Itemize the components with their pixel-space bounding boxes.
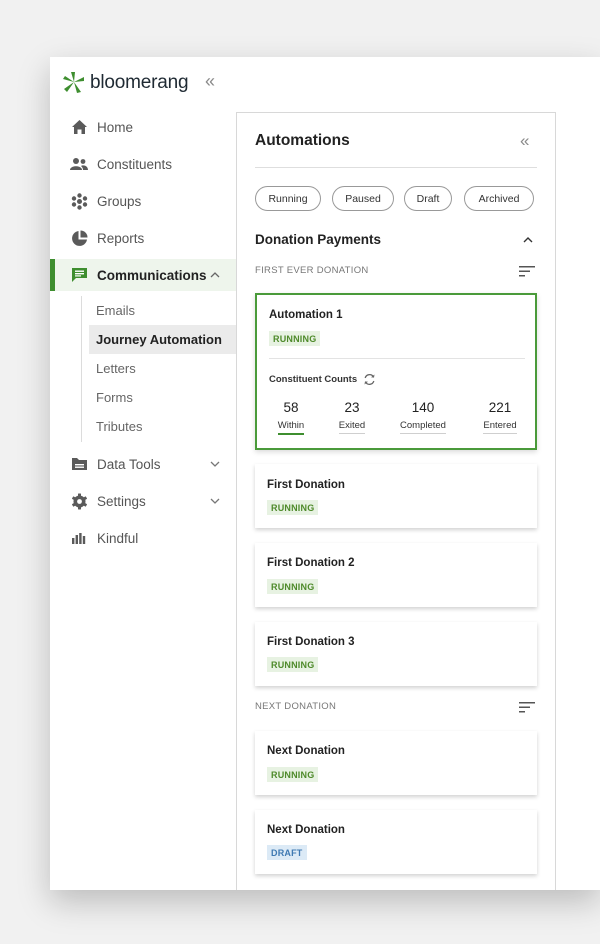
count-entered[interactable]: 221 Entered: [475, 400, 525, 434]
sidebar-item-label: Settings: [97, 493, 146, 509]
subnav-item-tributes[interactable]: Tributes: [89, 412, 237, 441]
status-badge: RUNNING: [269, 331, 321, 346]
sidebar-item-label: Reports: [97, 230, 145, 246]
automation-card-selected[interactable]: Automation 1 RUNNING Constituent Counts …: [255, 293, 537, 450]
subnav-item-letters[interactable]: Letters: [89, 354, 237, 383]
home-icon: [70, 118, 88, 136]
filter-chip-archived[interactable]: Archived: [464, 186, 534, 211]
sidebar-item-label: Home: [97, 119, 134, 135]
card-title: First Donation 2: [267, 557, 355, 569]
count-label: Within: [277, 420, 305, 435]
card-title: First Donation 3: [267, 636, 355, 648]
automation-card[interactable]: First Donation RUNNING: [255, 464, 537, 528]
sidebar-item-label: Kindful: [97, 530, 139, 546]
filter-chip-paused[interactable]: Paused: [332, 186, 394, 211]
divider: [269, 358, 525, 359]
sidebar-item-constituents[interactable]: Constituents: [50, 148, 236, 180]
count-value: 23: [344, 400, 360, 415]
bloomerang-logo-icon: [62, 71, 86, 95]
count-label: Completed: [400, 420, 446, 434]
filter-chip-draft[interactable]: Draft: [404, 186, 452, 211]
app-window: bloomerang « Home Constituents Groups Re…: [50, 57, 600, 890]
subnav-item-forms[interactable]: Forms: [89, 383, 237, 412]
sidebar-item-reports[interactable]: Reports: [50, 222, 236, 254]
group-label-first-ever-donation: FIRST EVER DONATION: [255, 265, 369, 276]
gear-icon: [70, 492, 88, 510]
chevron-up-icon: [208, 268, 222, 282]
sort-icon[interactable]: [518, 700, 536, 714]
group-label-next-donation: NEXT DONATION: [255, 701, 337, 712]
divider: [255, 167, 537, 168]
sidebar-item-label: Constituents: [97, 156, 173, 172]
count-within[interactable]: 58 Within: [271, 400, 311, 435]
chevron-down-icon: [208, 494, 222, 508]
automation-card[interactable]: Next Donation RUNNING: [255, 731, 537, 795]
card-title: Next Donation: [267, 824, 345, 836]
chevron-down-icon: [208, 457, 222, 471]
card-title: Automation 1: [269, 309, 343, 321]
automation-card[interactable]: Next Donation DRAFT: [255, 810, 537, 874]
people-icon: [70, 155, 88, 173]
communications-subnav: Emails Journey Automation Letters Forms …: [81, 296, 237, 442]
sidebar-item-communications[interactable]: Communications: [50, 259, 236, 291]
status-badge: RUNNING: [267, 500, 319, 515]
sidebar-item-label: Groups: [97, 193, 142, 209]
chevron-up-icon[interactable]: [521, 233, 535, 247]
panel-title: Automations: [255, 132, 350, 149]
count-label: Exited: [338, 420, 366, 434]
sidebar-item-home[interactable]: Home: [50, 111, 236, 143]
status-badge: RUNNING: [267, 579, 319, 594]
count-value: 221: [488, 400, 512, 415]
collapse-sidebar-icon[interactable]: «: [205, 71, 215, 92]
count-value: 140: [411, 400, 435, 415]
brand-name: bloomerang: [90, 72, 189, 93]
status-badge: DRAFT: [267, 845, 307, 860]
subnav-item-emails[interactable]: Emails: [89, 296, 237, 325]
subnav-item-journey-automation[interactable]: Journey Automation: [89, 325, 237, 354]
groups-icon: [70, 192, 88, 210]
sidebar: bloomerang « Home Constituents Groups Re…: [50, 57, 237, 890]
card-title: First Donation: [267, 479, 345, 491]
status-badge: RUNNING: [267, 657, 319, 672]
section-title: Donation Payments: [255, 232, 382, 247]
sidebar-item-groups[interactable]: Groups: [50, 185, 236, 217]
folder-icon: [70, 455, 88, 473]
card-title: Next Donation: [267, 745, 345, 757]
sidebar-item-kindful[interactable]: Kindful: [50, 522, 236, 554]
refresh-icon[interactable]: [362, 372, 376, 386]
reports-icon: [70, 229, 88, 247]
count-completed[interactable]: 140 Completed: [393, 400, 453, 434]
kindful-icon: [70, 529, 88, 547]
status-badge: RUNNING: [267, 767, 319, 782]
brand[interactable]: bloomerang: [62, 70, 189, 96]
count-label: Entered: [483, 420, 517, 434]
collapse-panel-icon[interactable]: «: [520, 131, 529, 151]
sort-icon[interactable]: [518, 264, 536, 278]
automations-panel: Automations « Running Paused Draft Archi…: [236, 112, 556, 890]
constituent-counts-label: Constituent Counts: [269, 372, 376, 386]
sidebar-item-data-tools[interactable]: Data Tools: [50, 448, 236, 480]
count-value: 58: [283, 400, 299, 415]
count-exited[interactable]: 23 Exited: [331, 400, 373, 434]
sidebar-item-settings[interactable]: Settings: [50, 485, 236, 517]
sidebar-item-label: Data Tools: [97, 456, 161, 472]
chat-icon: [70, 266, 88, 284]
filter-chip-running[interactable]: Running: [255, 186, 321, 211]
automation-card[interactable]: First Donation 2 RUNNING: [255, 543, 537, 607]
sidebar-item-label: Communications: [97, 267, 207, 283]
counts-label-text: Constituent Counts: [269, 373, 358, 385]
automation-card[interactable]: First Donation 3 RUNNING: [255, 622, 537, 686]
